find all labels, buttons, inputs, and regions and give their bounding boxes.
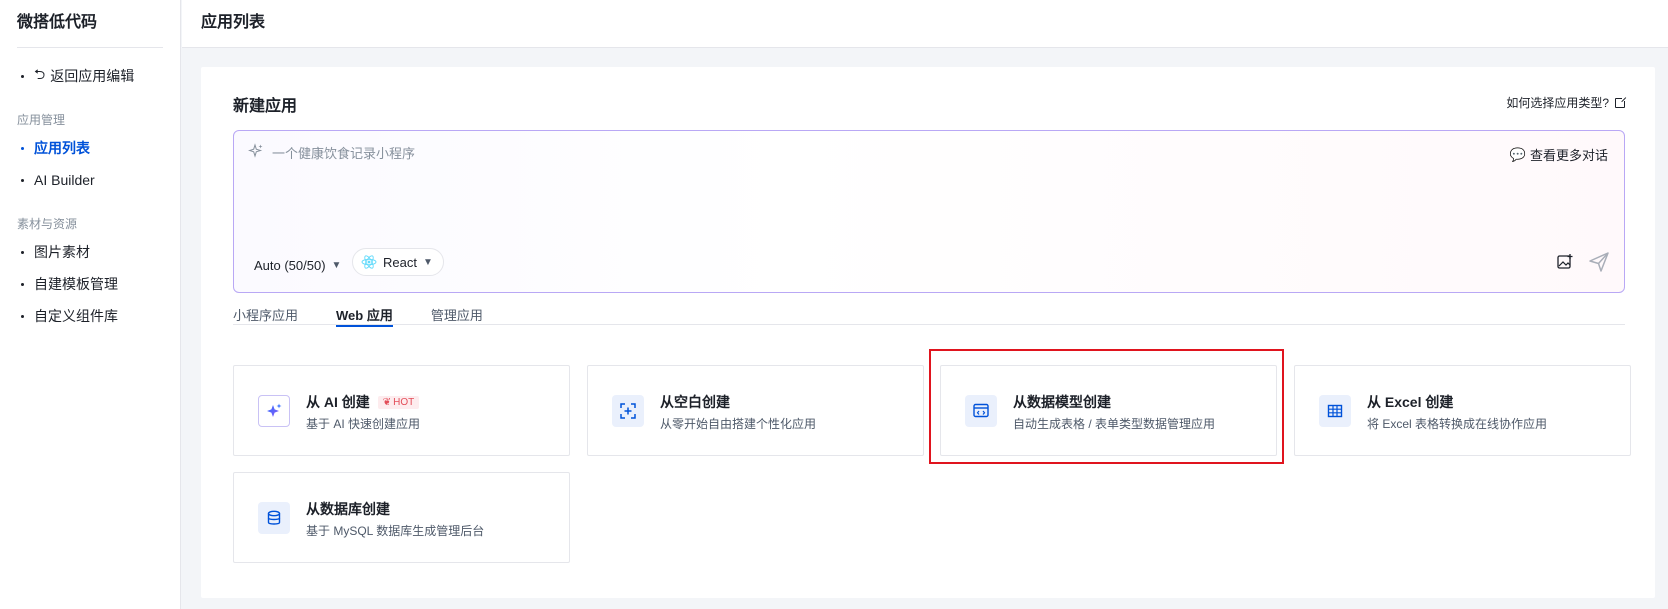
view-more-chats-button[interactable]: 💬 查看更多对话 xyxy=(1510,145,1608,164)
option-desc: 基于 MySQL 数据库生成管理后台 xyxy=(306,524,485,538)
bullet xyxy=(21,178,24,182)
tab-web-app[interactable]: Web 应用 xyxy=(336,305,393,335)
hot-badge-text: HOT xyxy=(393,396,415,408)
section-app-management: 应用管理 xyxy=(17,113,66,127)
bullet xyxy=(21,74,24,78)
sidebar-item-templates[interactable]: 自建模板管理 xyxy=(17,268,163,300)
help-link[interactable]: 如何选择应用类型? xyxy=(1506,94,1627,111)
sidebar-item-label: 应用列表 xyxy=(34,140,90,156)
more-chats-label: 查看更多对话 xyxy=(1529,148,1608,163)
option-title: 从数据模型创建 xyxy=(1013,394,1111,410)
option-title: 从数据库创建 xyxy=(306,501,390,517)
fire-icon: ❦ xyxy=(382,396,392,408)
model-select[interactable]: Auto (50/50) ▼ xyxy=(254,251,341,279)
blank-canvas-icon xyxy=(612,395,644,427)
help-link-label: 如何选择应用类型? xyxy=(1506,96,1609,110)
option-title: 从 AI 创建 ❦ HOT xyxy=(306,392,420,412)
create-from-database-card[interactable]: 从数据库创建 基于 MySQL 数据库生成管理后台 xyxy=(233,472,570,563)
table-grid-icon xyxy=(1319,395,1351,427)
tab-miniprogram[interactable]: 小程序应用 xyxy=(233,305,298,335)
chevron-down-icon: ▼ xyxy=(331,259,342,271)
chevron-down-icon: ▼ xyxy=(422,256,433,268)
option-title-text: 从 AI 创建 xyxy=(306,394,370,410)
sidebar: 微搭低代码 ⮌ 返回应用编辑 应用管理 应用列表 AI Builder 素材与资… xyxy=(0,0,181,609)
undo-arrow-icon: ⮌ xyxy=(34,66,46,82)
option-desc: 基于 AI 快速创建应用 xyxy=(306,417,421,431)
sparkle-icon xyxy=(248,143,263,158)
data-model-icon xyxy=(965,395,997,427)
hot-badge: ❦ HOT xyxy=(377,395,420,409)
back-label: 返回应用编辑 xyxy=(50,68,135,84)
sidebar-item-components[interactable]: 自定义组件库 xyxy=(17,300,163,332)
send-icon[interactable] xyxy=(1588,251,1610,273)
option-desc: 自动生成表格 / 表单类型数据管理应用 xyxy=(1013,417,1216,431)
option-desc: 从零开始自由搭建个性化应用 xyxy=(660,417,817,431)
sidebar-item-app-list[interactable]: 应用列表 xyxy=(17,132,163,164)
react-icon xyxy=(361,255,377,269)
sidebar-item-label: 自定义组件库 xyxy=(34,308,118,324)
app-type-tabs: 小程序应用 Web 应用 管理应用 xyxy=(233,295,1625,327)
sidebar-item-ai-builder[interactable]: AI Builder xyxy=(17,164,163,196)
option-title: 从空白创建 xyxy=(660,394,730,410)
option-desc: 将 Excel 表格转换成在线协作应用 xyxy=(1367,417,1548,431)
prompt-input[interactable] xyxy=(272,142,1372,164)
framework-select-value: React xyxy=(383,254,417,270)
bullet xyxy=(21,282,24,286)
bullet xyxy=(21,250,24,254)
card-title: 新建应用 xyxy=(233,98,298,115)
page-title: 应用列表 xyxy=(182,0,1668,48)
ai-sparkle-icon xyxy=(258,395,290,427)
tab-admin-app[interactable]: 管理应用 xyxy=(431,305,483,335)
brand-title: 微搭低代码 xyxy=(17,0,163,48)
sidebar-item-label: AI Builder xyxy=(34,172,95,188)
model-select-value: Auto (50/50) xyxy=(254,257,326,273)
sidebar-item-images[interactable]: 图片素材 xyxy=(17,236,163,268)
create-from-data-model-card[interactable]: 从数据模型创建 自动生成表格 / 表单类型数据管理应用 xyxy=(940,365,1277,456)
section-assets: 素材与资源 xyxy=(17,217,78,231)
sidebar-item-label: 自建模板管理 xyxy=(34,276,118,292)
back-to-app-edit[interactable]: ⮌ 返回应用编辑 xyxy=(17,60,163,92)
option-title: 从 Excel 创建 xyxy=(1367,394,1454,410)
chat-bubble-icon: 💬 xyxy=(1509,146,1526,162)
create-from-excel-card[interactable]: 从 Excel 创建 将 Excel 表格转换成在线协作应用 xyxy=(1294,365,1631,456)
external-link-icon xyxy=(1615,95,1627,108)
bullet xyxy=(21,314,24,318)
framework-select[interactable]: React ▼ xyxy=(352,248,444,276)
ai-prompt-box: 💬 查看更多对话 Auto (50/50) ▼ React ▼ xyxy=(233,130,1625,293)
sidebar-item-label: 图片素材 xyxy=(34,244,90,260)
create-from-blank-card[interactable]: 从空白创建 从零开始自由搭建个性化应用 xyxy=(587,365,924,456)
create-from-ai-card[interactable]: 从 AI 创建 ❦ HOT 基于 AI 快速创建应用 xyxy=(233,365,570,456)
bullet xyxy=(21,146,24,150)
image-upload-icon[interactable] xyxy=(1556,253,1574,271)
database-icon xyxy=(258,502,290,534)
